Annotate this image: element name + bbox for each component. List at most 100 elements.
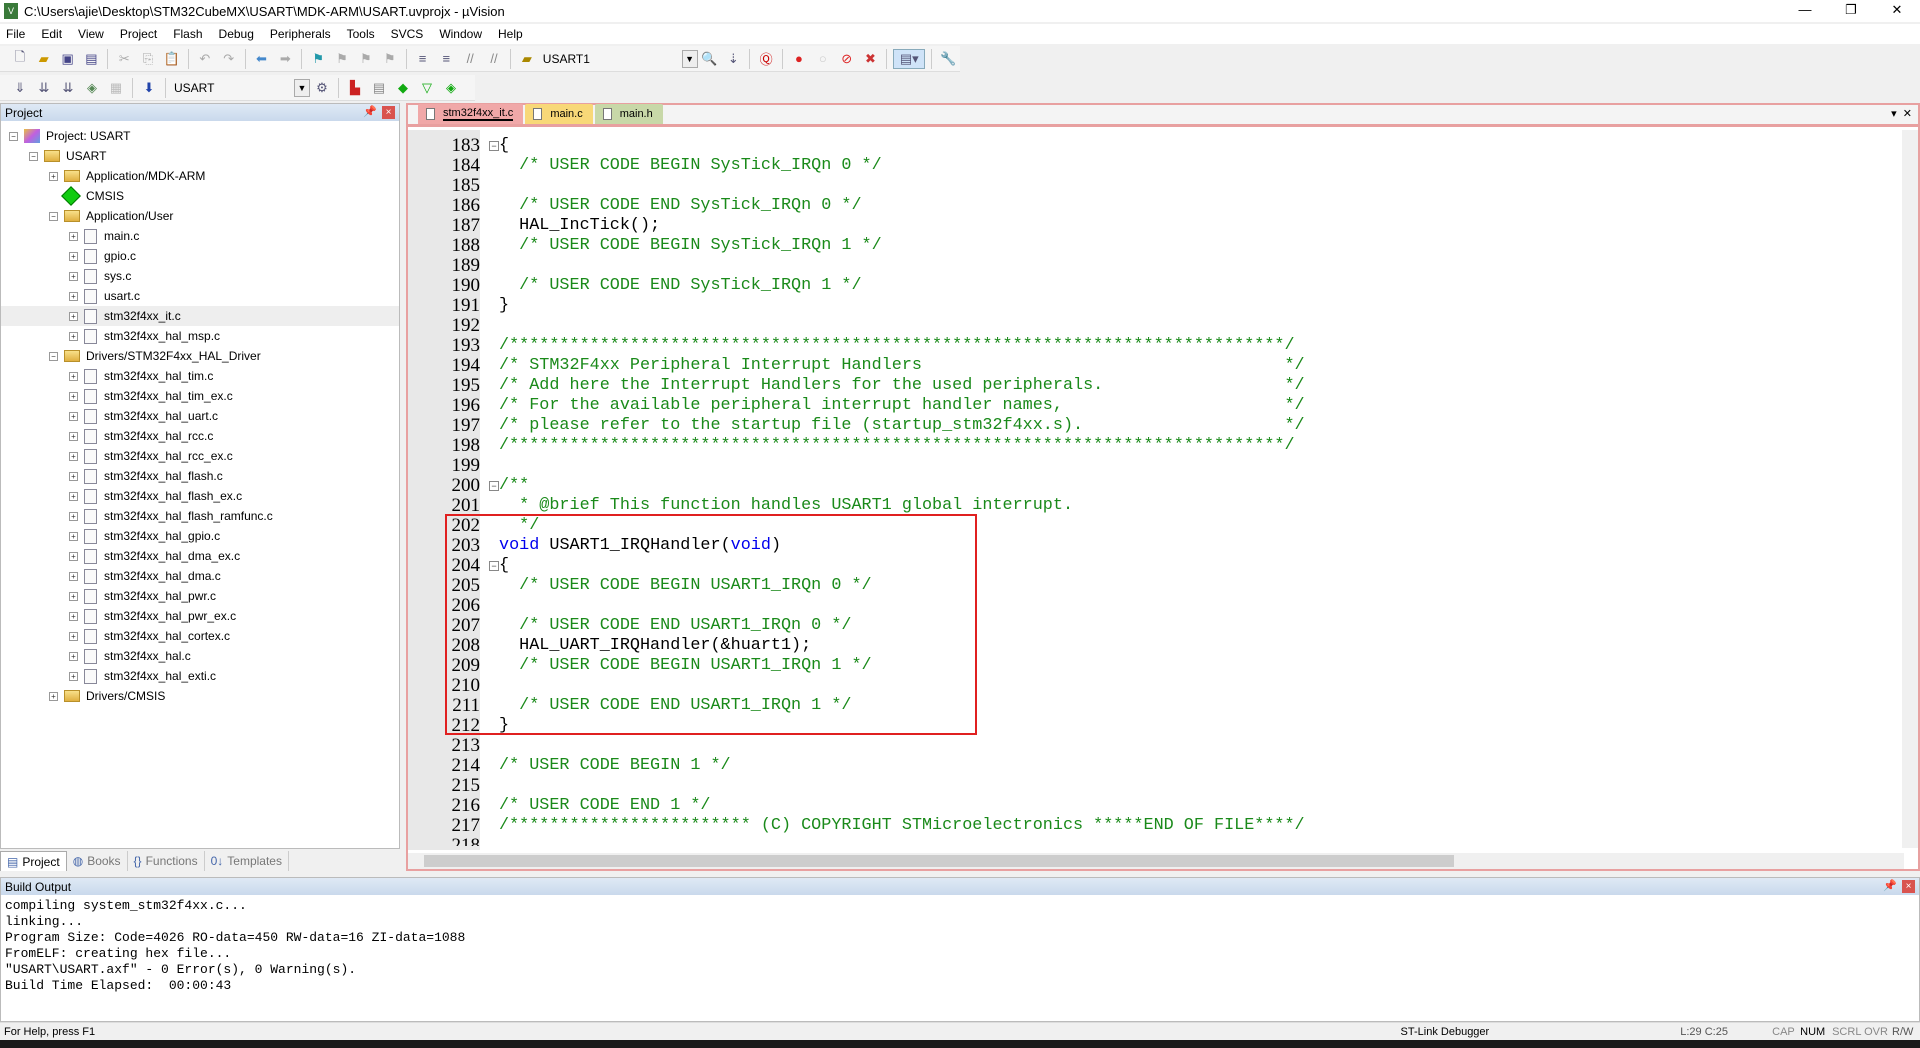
expand-icon[interactable]: + [69,411,78,421]
collapse-icon[interactable]: − [9,131,18,141]
expand-icon[interactable]: + [69,631,78,641]
editor-tab-stm32f4xx_it-c[interactable]: stm32f4xx_it.c [418,104,524,124]
expand-icon[interactable]: + [69,291,78,301]
cut-icon[interactable]: ✂ [114,49,134,69]
menu-debug[interactable]: Debug [219,27,254,41]
disable-all-breakpoints-icon[interactable]: ⊘ [837,49,857,69]
tab-functions[interactable]: {} Functions [128,851,205,871]
chevron-down-icon[interactable]: ▼ [294,78,310,97]
expand-icon[interactable]: + [69,651,78,661]
manage-rte-icon[interactable]: ◆ [393,78,413,98]
menu-edit[interactable]: Edit [41,27,62,41]
tree-item[interactable]: + stm32f4xx_hal_uart.c [1,406,399,426]
menu-tools[interactable]: Tools [347,27,375,41]
menu-flash[interactable]: Flash [173,27,202,41]
save-icon[interactable]: ▣ [58,49,78,69]
paste-icon[interactable]: 📋 [162,49,182,69]
tree-item[interactable]: + stm32f4xx_hal_flash.c [1,466,399,486]
bookmark-icon[interactable]: ⚑ [308,49,328,69]
tree-item[interactable]: − Project: USART [1,126,399,146]
tree-item[interactable]: − Drivers/STM32F4xx_HAL_Driver [1,346,399,366]
tree-item[interactable]: − Application/User [1,206,399,226]
next-bookmark-icon[interactable]: ⚑ [356,49,376,69]
tree-item[interactable]: + sys.c [1,266,399,286]
editor-tab-main-h[interactable]: main.h [594,104,663,124]
tree-item[interactable]: + stm32f4xx_hal_flash_ramfunc.c [1,506,399,526]
fold-collapse-icon[interactable]: − [489,141,499,151]
download-icon[interactable]: ⬇ [139,78,159,98]
build-icon[interactable]: ⇊ [34,78,54,98]
menu-project[interactable]: Project [120,27,157,41]
navigate-back-icon[interactable]: ⬅ [252,49,272,69]
copy-icon[interactable]: ⎘ [138,49,158,69]
expand-icon[interactable]: + [69,591,78,601]
breakpoint-icon[interactable]: ● [789,49,809,69]
undo-icon[interactable]: ↶ [195,49,215,69]
translate-icon[interactable]: ⇓ [10,78,30,98]
indent-icon[interactable]: ≡ [413,49,433,69]
expand-icon[interactable]: + [49,171,58,181]
tree-item[interactable]: − USART [1,146,399,166]
tab-project[interactable]: ▤ Project [0,851,67,871]
debug-session-icon[interactable]: Ⓠ [756,49,776,69]
chevron-down-icon[interactable]: ▼ [681,49,698,68]
tree-item[interactable]: + stm32f4xx_hal_gpio.c [1,526,399,546]
tree-item[interactable]: + stm32f4xx_hal.c [1,646,399,666]
tree-item[interactable]: + stm32f4xx_hal_tim_ex.c [1,386,399,406]
tree-item[interactable]: + stm32f4xx_hal_rcc.c [1,426,399,446]
incremental-find-icon[interactable]: ⇣ [723,49,743,69]
collapse-icon[interactable]: − [49,351,58,361]
rebuild-icon[interactable]: ⇊ [58,78,78,98]
vertical-scrollbar[interactable] [1902,130,1918,848]
navigate-forward-icon[interactable]: ➡ [275,49,295,69]
collapse-icon[interactable]: − [29,151,38,161]
expand-icon[interactable]: + [69,231,78,241]
new-file-icon[interactable]: 🗋 [10,49,30,69]
tab-controls[interactable]: ▾ ✕ [1891,107,1912,120]
tree-item[interactable]: + stm32f4xx_hal_dma_ex.c [1,546,399,566]
redo-icon[interactable]: ↷ [219,49,239,69]
batch-build-icon[interactable]: ◈ [82,78,102,98]
tree-item[interactable]: + Drivers/CMSIS [1,686,399,706]
close-panel-icon[interactable]: × [1902,880,1915,893]
kill-all-breakpoints-icon[interactable]: ✖ [861,49,881,69]
expand-icon[interactable]: + [49,691,58,701]
expand-icon[interactable]: + [69,271,78,281]
pack-installer-icon[interactable]: ▽ [417,78,437,98]
expand-icon[interactable]: + [69,571,78,581]
select-packs-icon[interactable]: ▤ [369,78,389,98]
close-button[interactable]: ✕ [1874,0,1920,22]
stop-build-icon[interactable]: ▦ [106,78,126,98]
tree-item[interactable]: + stm32f4xx_hal_rcc_ex.c [1,446,399,466]
tree-item[interactable]: CMSIS [1,186,399,206]
tree-item[interactable]: + stm32f4xx_it.c [1,306,399,326]
menu-peripherals[interactable]: Peripherals [270,27,331,41]
collapse-icon[interactable]: − [49,211,58,221]
expand-icon[interactable]: + [69,431,78,441]
tab-books[interactable]: ◍ Books [67,851,128,871]
horizontal-scrollbar[interactable] [408,853,1904,869]
pin-icon[interactable]: 📌 [1883,879,1897,892]
tree-item[interactable]: + stm32f4xx_hal_pwr.c [1,586,399,606]
find-in-files-icon[interactable]: ▰ [517,49,537,69]
comment-icon[interactable]: // [460,49,480,69]
tree-item[interactable]: + stm32f4xx_hal_tim.c [1,366,399,386]
menu-window[interactable]: Window [439,27,482,41]
expand-icon[interactable]: + [69,311,78,321]
target-options-icon[interactable]: ⚙ [312,78,332,98]
expand-icon[interactable]: + [69,611,78,621]
menu-file[interactable]: File [6,27,25,41]
tree-item[interactable]: + stm32f4xx_hal_dma.c [1,566,399,586]
tree-item[interactable]: + main.c [1,226,399,246]
tree-item[interactable]: + stm32f4xx_hal_flash_ex.c [1,486,399,506]
disable-breakpoint-icon[interactable]: ○ [813,49,833,69]
pin-icon[interactable]: 📌 [363,105,377,118]
expand-icon[interactable]: + [69,511,78,521]
find-combo[interactable]: USART1 ▼ [539,49,698,69]
open-icon[interactable]: ▰ [34,49,54,69]
uncomment-icon[interactable]: // [484,49,504,69]
menu-view[interactable]: View [78,27,104,41]
expand-icon[interactable]: + [69,331,78,341]
unindent-icon[interactable]: ≡ [436,49,456,69]
configure-icon[interactable]: 🔧 [938,49,958,69]
